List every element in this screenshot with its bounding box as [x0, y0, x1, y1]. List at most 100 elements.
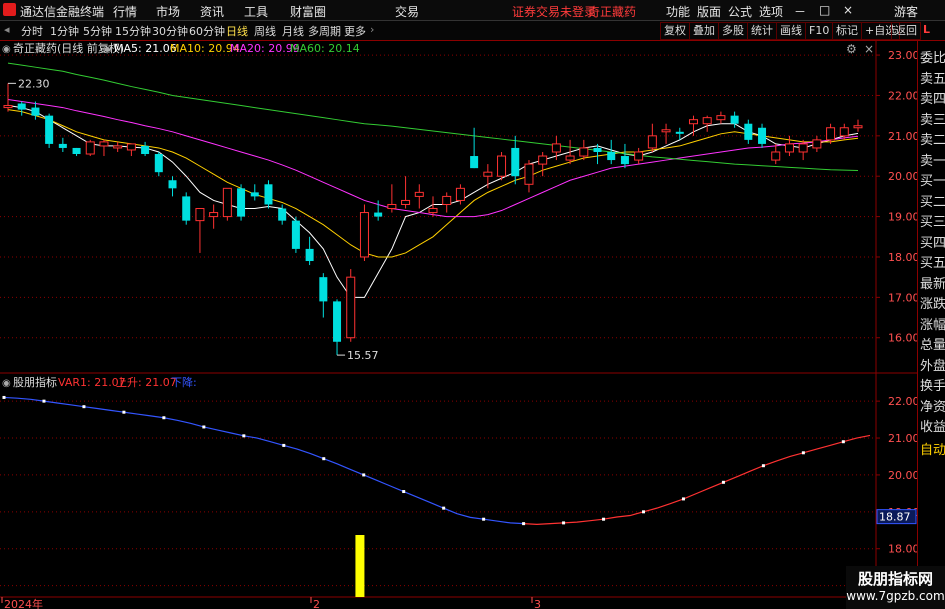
- candle-body: [250, 192, 259, 197]
- candle-body: [442, 195, 452, 205]
- quote-field-6[interactable]: 买一: [920, 170, 945, 189]
- quote-field-14[interactable]: 总量: [920, 334, 945, 353]
- statistics-button[interactable]: 统计: [747, 22, 777, 40]
- tab-intraday[interactable]: 分时: [21, 23, 43, 39]
- indicator-dot: [82, 405, 86, 409]
- candle-body: [3, 105, 13, 109]
- indicator-dot: [2, 395, 6, 399]
- candle-body: [511, 147, 520, 177]
- date-axis-label: 2: [313, 598, 320, 609]
- quote-field-13[interactable]: 涨幅: [920, 314, 945, 333]
- more-chevron-icon[interactable]: ›: [370, 23, 374, 36]
- toolbar-arrow-icon[interactable]: ◂: [4, 23, 10, 36]
- menu-item-formula[interactable]: 公式: [728, 3, 752, 20]
- quote-field-11[interactable]: 最新: [920, 273, 945, 292]
- menu-item-function[interactable]: 功能: [666, 3, 690, 20]
- indicator-dot: [42, 399, 46, 403]
- signal-bar: [355, 535, 365, 597]
- menu-item-quotes[interactable]: 行情: [113, 3, 137, 20]
- menu-item-news[interactable]: 资讯: [200, 3, 224, 20]
- candle-body: [182, 196, 191, 221]
- mark-button[interactable]: 标记: [832, 22, 862, 40]
- indicator-dot: [721, 480, 725, 484]
- ma-line-ma60: [7, 62, 859, 172]
- candle-body: [565, 155, 575, 161]
- menubar: 通达信金融终端 行情 市场 资讯 工具 财富圈 交易 证券交易未登录 奇正藏药 …: [0, 0, 945, 21]
- menu-item-tools[interactable]: 工具: [244, 3, 268, 20]
- kline-chart-area[interactable]: 23.00 22.00 21.00 20.00 19.00 18.00 17.00 16.00…: [0, 41, 917, 609]
- quote-field-2[interactable]: 卖四: [920, 88, 945, 107]
- auto-toggle[interactable]: 自动: [920, 439, 945, 458]
- tab-daily[interactable]: 日线: [226, 23, 248, 39]
- candle-body: [31, 107, 40, 116]
- candle-body: [222, 187, 232, 218]
- quote-field-9[interactable]: 买四: [920, 232, 945, 251]
- indicator-dot: [482, 517, 486, 521]
- back-button[interactable]: 返回: [891, 22, 921, 40]
- indicator-toggle-icon: ◉: [2, 378, 11, 389]
- multi-stock-button[interactable]: 多股: [718, 22, 748, 40]
- tab-monthly[interactable]: 月线: [282, 23, 304, 39]
- menu-item-layout[interactable]: 版面: [697, 3, 721, 20]
- f10-button[interactable]: F10: [805, 22, 834, 40]
- tab-30min[interactable]: 30分钟: [152, 23, 188, 39]
- quote-field-15[interactable]: 外盘: [920, 355, 945, 374]
- l-indicator-icon[interactable]: L: [923, 23, 930, 36]
- candle-body: [387, 203, 397, 210]
- quote-field-18[interactable]: 收益: [920, 416, 945, 435]
- watermark: 股朋指标网 www.7gpzb.com: [846, 566, 945, 609]
- menu-item-wealth-circle[interactable]: 财富圈: [290, 3, 326, 20]
- draw-line-button[interactable]: 画线: [776, 22, 806, 40]
- price-axis-label: 17.00: [888, 291, 917, 304]
- app-logo-icon: [3, 3, 16, 16]
- candle-body: [744, 123, 753, 140]
- ma-toggle-icon: ◉: [103, 44, 112, 55]
- candle-body: [647, 135, 657, 149]
- candle-body: [72, 147, 81, 155]
- quote-field-16[interactable]: 换手: [920, 375, 945, 394]
- candle-body: [141, 145, 150, 155]
- tab-5min[interactable]: 5分钟: [83, 23, 112, 39]
- indicator-dot: [801, 451, 805, 455]
- menu-item-market[interactable]: 市场: [156, 3, 180, 20]
- indicator-up: 上升: 21.07: [116, 376, 177, 389]
- candle-body: [730, 115, 739, 124]
- tab-multi-period[interactable]: 多周期: [308, 23, 341, 39]
- overlay-button[interactable]: 叠加: [689, 22, 719, 40]
- candle-body: [374, 212, 383, 217]
- adjust-button[interactable]: 复权: [660, 22, 690, 40]
- candle-body: [305, 248, 314, 262]
- quote-field-17[interactable]: 净资: [920, 396, 945, 415]
- quote-field-12[interactable]: 涨跌: [920, 293, 945, 312]
- quote-field-4[interactable]: 卖二: [920, 129, 945, 148]
- tab-1min[interactable]: 1分钟: [50, 23, 79, 39]
- maximize-icon[interactable]: □: [819, 3, 830, 17]
- app-title: 通达信金融终端: [20, 5, 105, 19]
- quote-field-7[interactable]: 买二: [920, 191, 945, 210]
- quote-field-3[interactable]: 卖三: [920, 109, 945, 128]
- tab-60min[interactable]: 60分钟: [189, 23, 225, 39]
- settings-gear-icon: ⚙: [846, 42, 857, 56]
- tab-weekly[interactable]: 周线: [254, 23, 276, 39]
- guest-user[interactable]: 游客: [894, 3, 918, 20]
- quote-field-0[interactable]: 委比: [920, 47, 945, 66]
- menu-item-trade[interactable]: 交易: [395, 3, 419, 20]
- candle-body: [798, 143, 808, 153]
- quote-field-8[interactable]: 买三: [920, 211, 945, 230]
- minimize-icon[interactable]: －: [794, 3, 806, 20]
- candle-body: [45, 115, 54, 144]
- quote-field-10[interactable]: 买五: [920, 252, 945, 271]
- login-notice[interactable]: 证券交易未登录: [512, 3, 596, 20]
- indicator-dot: [282, 443, 286, 447]
- indicator-dot: [122, 410, 126, 414]
- candle-body: [291, 220, 300, 249]
- quote-field-5[interactable]: 卖一: [920, 150, 945, 169]
- indicator-dot: [841, 440, 845, 444]
- quote-field-1[interactable]: 卖五: [920, 68, 945, 87]
- candle-body: [688, 119, 698, 125]
- tab-more[interactable]: 更多: [344, 23, 366, 39]
- indicator-dot: [761, 464, 765, 468]
- close-icon[interactable]: ×: [843, 3, 853, 17]
- tab-15min[interactable]: 15分钟: [115, 23, 151, 39]
- menu-item-options[interactable]: 选项: [759, 3, 783, 20]
